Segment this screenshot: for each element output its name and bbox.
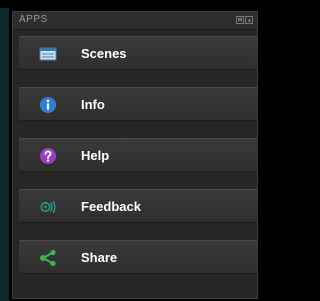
menu-item-label: Info (81, 97, 105, 112)
side-accent-strip (0, 8, 9, 301)
feedback-icon (40, 200, 56, 214)
restore-icon[interactable] (236, 16, 244, 24)
share-icon (40, 249, 56, 267)
apps-panel: APPS Scenes Info Help Feedback Share (12, 11, 258, 299)
menu-item-help[interactable]: Help (19, 138, 257, 172)
menu-item-share[interactable]: Share (19, 240, 257, 274)
menu-item-label: Scenes (81, 46, 127, 61)
help-icon (40, 148, 56, 164)
menu-item-label: Help (81, 148, 110, 163)
window-controls (236, 16, 253, 24)
menu-item-label: Feedback (81, 199, 141, 214)
menu-item-label: Share (81, 250, 118, 265)
panel-titlebar: APPS (13, 12, 257, 30)
menu-item-info[interactable]: Info (19, 87, 257, 121)
menu-item-scenes[interactable]: Scenes (19, 36, 257, 70)
menu-item-feedback[interactable]: Feedback (19, 189, 257, 223)
panel-title: APPS (19, 14, 48, 25)
scenes-icon (39, 47, 57, 61)
close-icon[interactable] (245, 16, 253, 24)
info-icon (40, 97, 56, 113)
